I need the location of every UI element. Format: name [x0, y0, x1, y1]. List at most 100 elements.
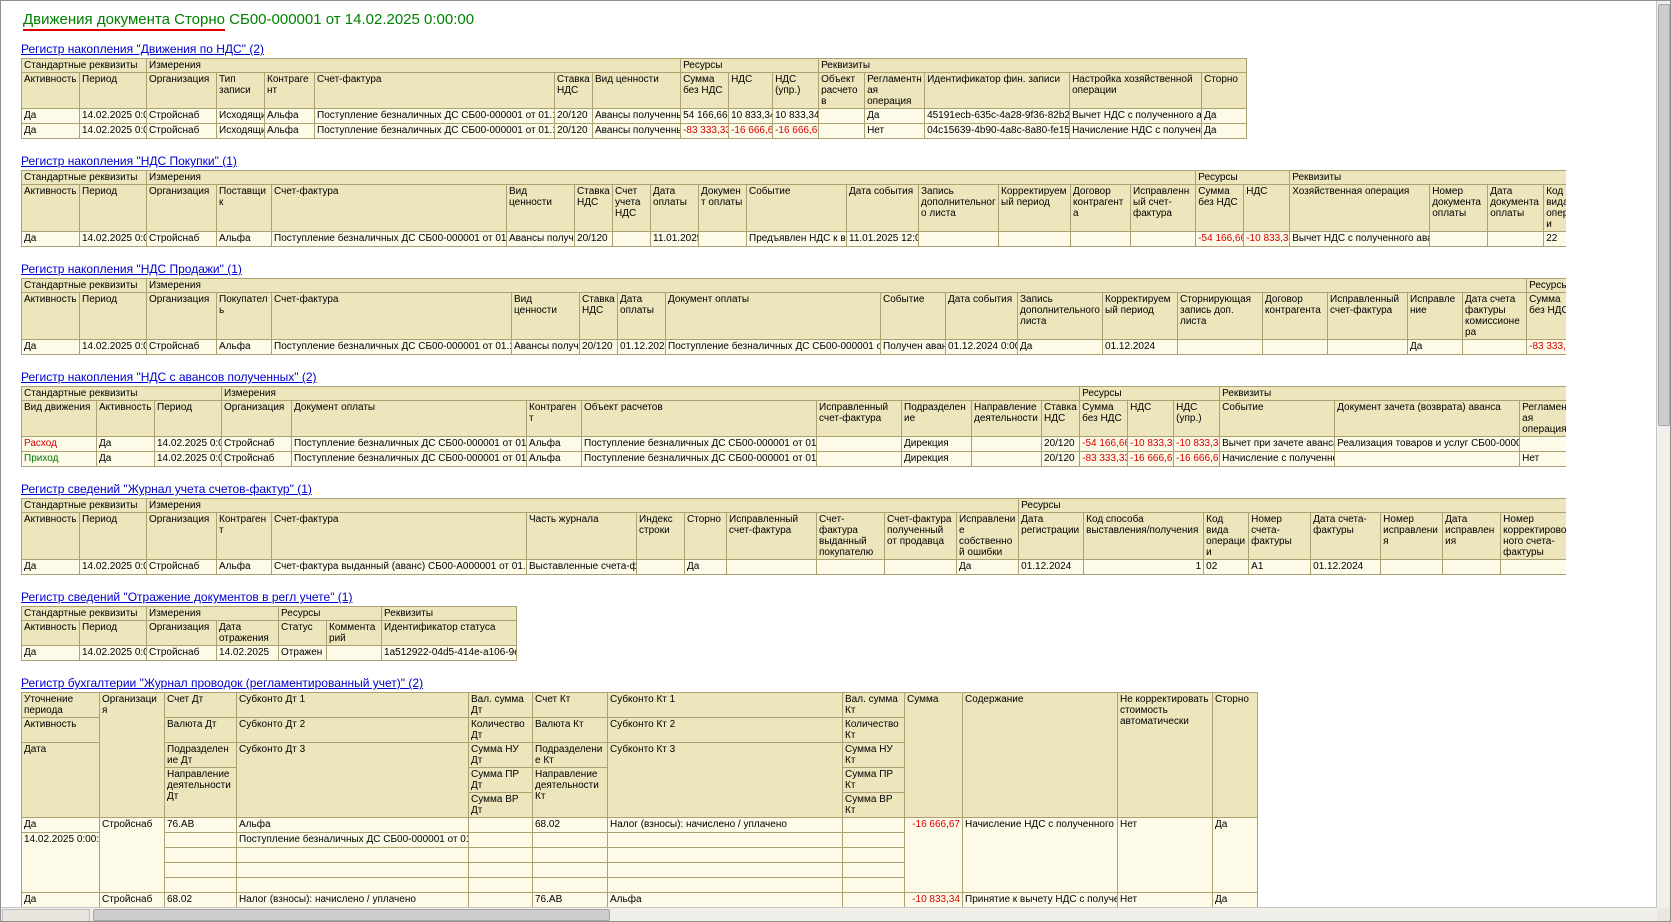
header-cell[interactable]: Сумма без НДС — [1079, 400, 1129, 437]
data-cell[interactable]: Отражен — [278, 645, 328, 661]
header-cell[interactable]: Активность — [21, 72, 80, 109]
header-cell[interactable]: Ставка НДС — [579, 292, 619, 340]
header-cell[interactable]: Хозяйственная операция — [1289, 184, 1431, 232]
header-cell[interactable]: Событие — [880, 292, 947, 340]
data-cell[interactable]: 76.АВ — [164, 817, 237, 833]
data-cell[interactable] — [1334, 451, 1521, 467]
header-cell[interactable]: Вал. сумма Дт — [468, 692, 533, 718]
data-cell[interactable] — [1177, 339, 1264, 355]
pane-splitter[interactable] — [2, 909, 90, 921]
data-cell[interactable]: 22 — [1543, 231, 1566, 247]
data-cell[interactable] — [1500, 559, 1566, 575]
header-cell[interactable]: Вид ценности — [506, 184, 576, 232]
data-cell[interactable]: 54 166,66 — [680, 108, 730, 124]
data-cell[interactable]: Поступление безналичных ДС СБ00-000001 о… — [314, 108, 556, 124]
data-cell[interactable] — [726, 559, 818, 575]
data-cell[interactable]: 01.12.2024 — [1102, 339, 1179, 355]
data-cell[interactable]: Да — [21, 645, 80, 661]
header-cell[interactable]: Счет-фактура — [314, 72, 556, 109]
data-cell[interactable]: 10 833,34 — [772, 108, 820, 124]
data-cell[interactable]: Да — [1201, 108, 1248, 124]
header-cell[interactable]: Уточнение периода — [21, 692, 100, 718]
data-cell[interactable]: Счет-фактура выданный (аванс) СБ00-А0000… — [271, 559, 528, 575]
header-cell[interactable]: Направление деятельности Дт — [164, 767, 237, 818]
data-cell[interactable] — [164, 847, 237, 863]
header-cell[interactable]: Организация — [146, 620, 218, 646]
data-cell[interactable]: Поступление безналичных ДС СБ00-000001 о… — [581, 436, 818, 452]
header-cell[interactable]: Комментарий — [326, 620, 383, 646]
data-cell[interactable]: 1a512922-04d5-414e-a106-9e8c0a7c8047 — [381, 645, 518, 661]
header-cell[interactable]: Счет учета НДС — [612, 184, 652, 232]
header-cell[interactable]: Активность — [96, 400, 155, 437]
data-cell[interactable]: Начисление НДС с полученного аванса — [962, 817, 1118, 893]
data-cell[interactable]: Альфа — [607, 892, 843, 908]
data-cell[interactable]: 01.12.2024 — [617, 339, 667, 355]
data-cell[interactable]: Да — [956, 559, 1020, 575]
header-cell[interactable]: Счет-фактура выданный покупателю — [816, 512, 886, 560]
data-cell[interactable]: Нет — [1117, 892, 1213, 908]
data-cell[interactable]: Да — [684, 559, 728, 575]
header-cell[interactable]: Количество Кт — [842, 717, 905, 743]
data-cell[interactable] — [326, 645, 383, 661]
header-cell[interactable]: Договор контрагента — [1070, 184, 1132, 232]
header-cell[interactable]: Дата оплаты — [617, 292, 667, 340]
header-cell[interactable]: Субконто Дт 2 — [236, 717, 469, 743]
header-cell[interactable]: Стандартные реквизиты — [21, 386, 223, 401]
data-cell[interactable]: А1 — [1248, 559, 1312, 575]
header-cell[interactable]: Дата оплаты — [650, 184, 700, 232]
header-cell[interactable]: Поставщик — [216, 184, 273, 232]
data-cell[interactable]: 14.02.2025 0:00:00 — [78, 108, 148, 124]
header-cell[interactable]: Исправленный счет-фактура — [1130, 184, 1197, 232]
data-cell[interactable]: Да — [1017, 339, 1104, 355]
data-cell[interactable] — [236, 862, 469, 878]
header-cell[interactable]: Ресурсы — [680, 58, 820, 73]
data-cell[interactable]: -54 166,66 — [1079, 436, 1129, 452]
data-cell[interactable]: Вычет НДС с полученного аванса — [1289, 231, 1431, 247]
header-cell[interactable]: Счет-фактура полученный от продавца — [884, 512, 958, 560]
header-cell[interactable]: Регламентная операция — [1519, 400, 1566, 437]
header-cell[interactable]: Дата документа оплаты — [1487, 184, 1545, 232]
header-cell[interactable]: Организация — [146, 292, 218, 340]
header-cell[interactable]: Сумма без НДС — [1195, 184, 1245, 232]
data-cell[interactable]: Поступление безналичных ДС СБ00-000001 о… — [291, 436, 528, 452]
data-cell[interactable]: -10 833,34 — [1127, 436, 1175, 452]
header-cell[interactable]: Счет-фактура — [271, 292, 513, 340]
data-cell[interactable]: 01.12.2024 — [1018, 559, 1085, 575]
header-cell[interactable]: Сторно — [1201, 72, 1248, 109]
header-cell[interactable]: Вид ценности — [592, 72, 682, 109]
header-cell[interactable]: Ресурсы — [1079, 386, 1221, 401]
data-cell[interactable]: 11.01.2025 — [650, 231, 700, 247]
data-cell[interactable] — [842, 832, 905, 848]
data-cell[interactable]: -10 833,34 — [904, 892, 963, 908]
data-cell[interactable] — [971, 436, 1043, 452]
data-cell[interactable]: 14.02.2025 0:00:00 — [78, 231, 148, 247]
header-cell[interactable]: Реквизиты — [381, 606, 518, 621]
header-cell[interactable]: Ресурсы — [278, 606, 383, 621]
header-cell[interactable]: НДС — [1243, 184, 1291, 232]
vertical-scrollbar[interactable] — [1656, 1, 1670, 908]
header-cell[interactable]: Стандартные реквизиты — [21, 498, 148, 513]
data-cell[interactable]: Авансы полученные — [592, 123, 682, 139]
data-cell[interactable]: Нет — [1117, 817, 1213, 893]
data-cell[interactable]: Да — [1201, 123, 1248, 139]
register-title-link[interactable]: Регистр бухгалтерии "Журнал проводок (ре… — [21, 676, 423, 690]
register-title-link[interactable]: Регистр сведений "Журнал учета счетов-фа… — [21, 482, 312, 496]
data-cell[interactable]: Да — [21, 108, 80, 124]
data-cell[interactable]: Стройснаб — [99, 817, 165, 893]
header-cell[interactable]: Счет Кт — [532, 692, 608, 718]
data-cell[interactable]: 68.02 — [164, 892, 237, 908]
data-cell[interactable] — [468, 862, 533, 878]
data-cell[interactable]: Налог (взносы): начислено / уплачено — [236, 892, 469, 908]
data-cell[interactable]: Да — [1212, 817, 1258, 893]
data-cell[interactable]: Альфа — [526, 436, 583, 452]
header-cell[interactable]: Организация — [146, 184, 218, 232]
data-cell[interactable] — [1429, 231, 1489, 247]
header-cell[interactable]: Покупатель — [216, 292, 273, 340]
data-cell[interactable]: Альфа — [526, 451, 583, 467]
header-cell[interactable]: Ставка НДС — [1041, 400, 1081, 437]
data-cell[interactable]: -16 666,67 — [772, 123, 820, 139]
header-cell[interactable]: Вид ценности — [511, 292, 581, 340]
data-cell[interactable]: Дирекция — [901, 436, 973, 452]
data-cell[interactable] — [698, 231, 748, 247]
header-cell[interactable]: Вид движения — [21, 400, 97, 437]
